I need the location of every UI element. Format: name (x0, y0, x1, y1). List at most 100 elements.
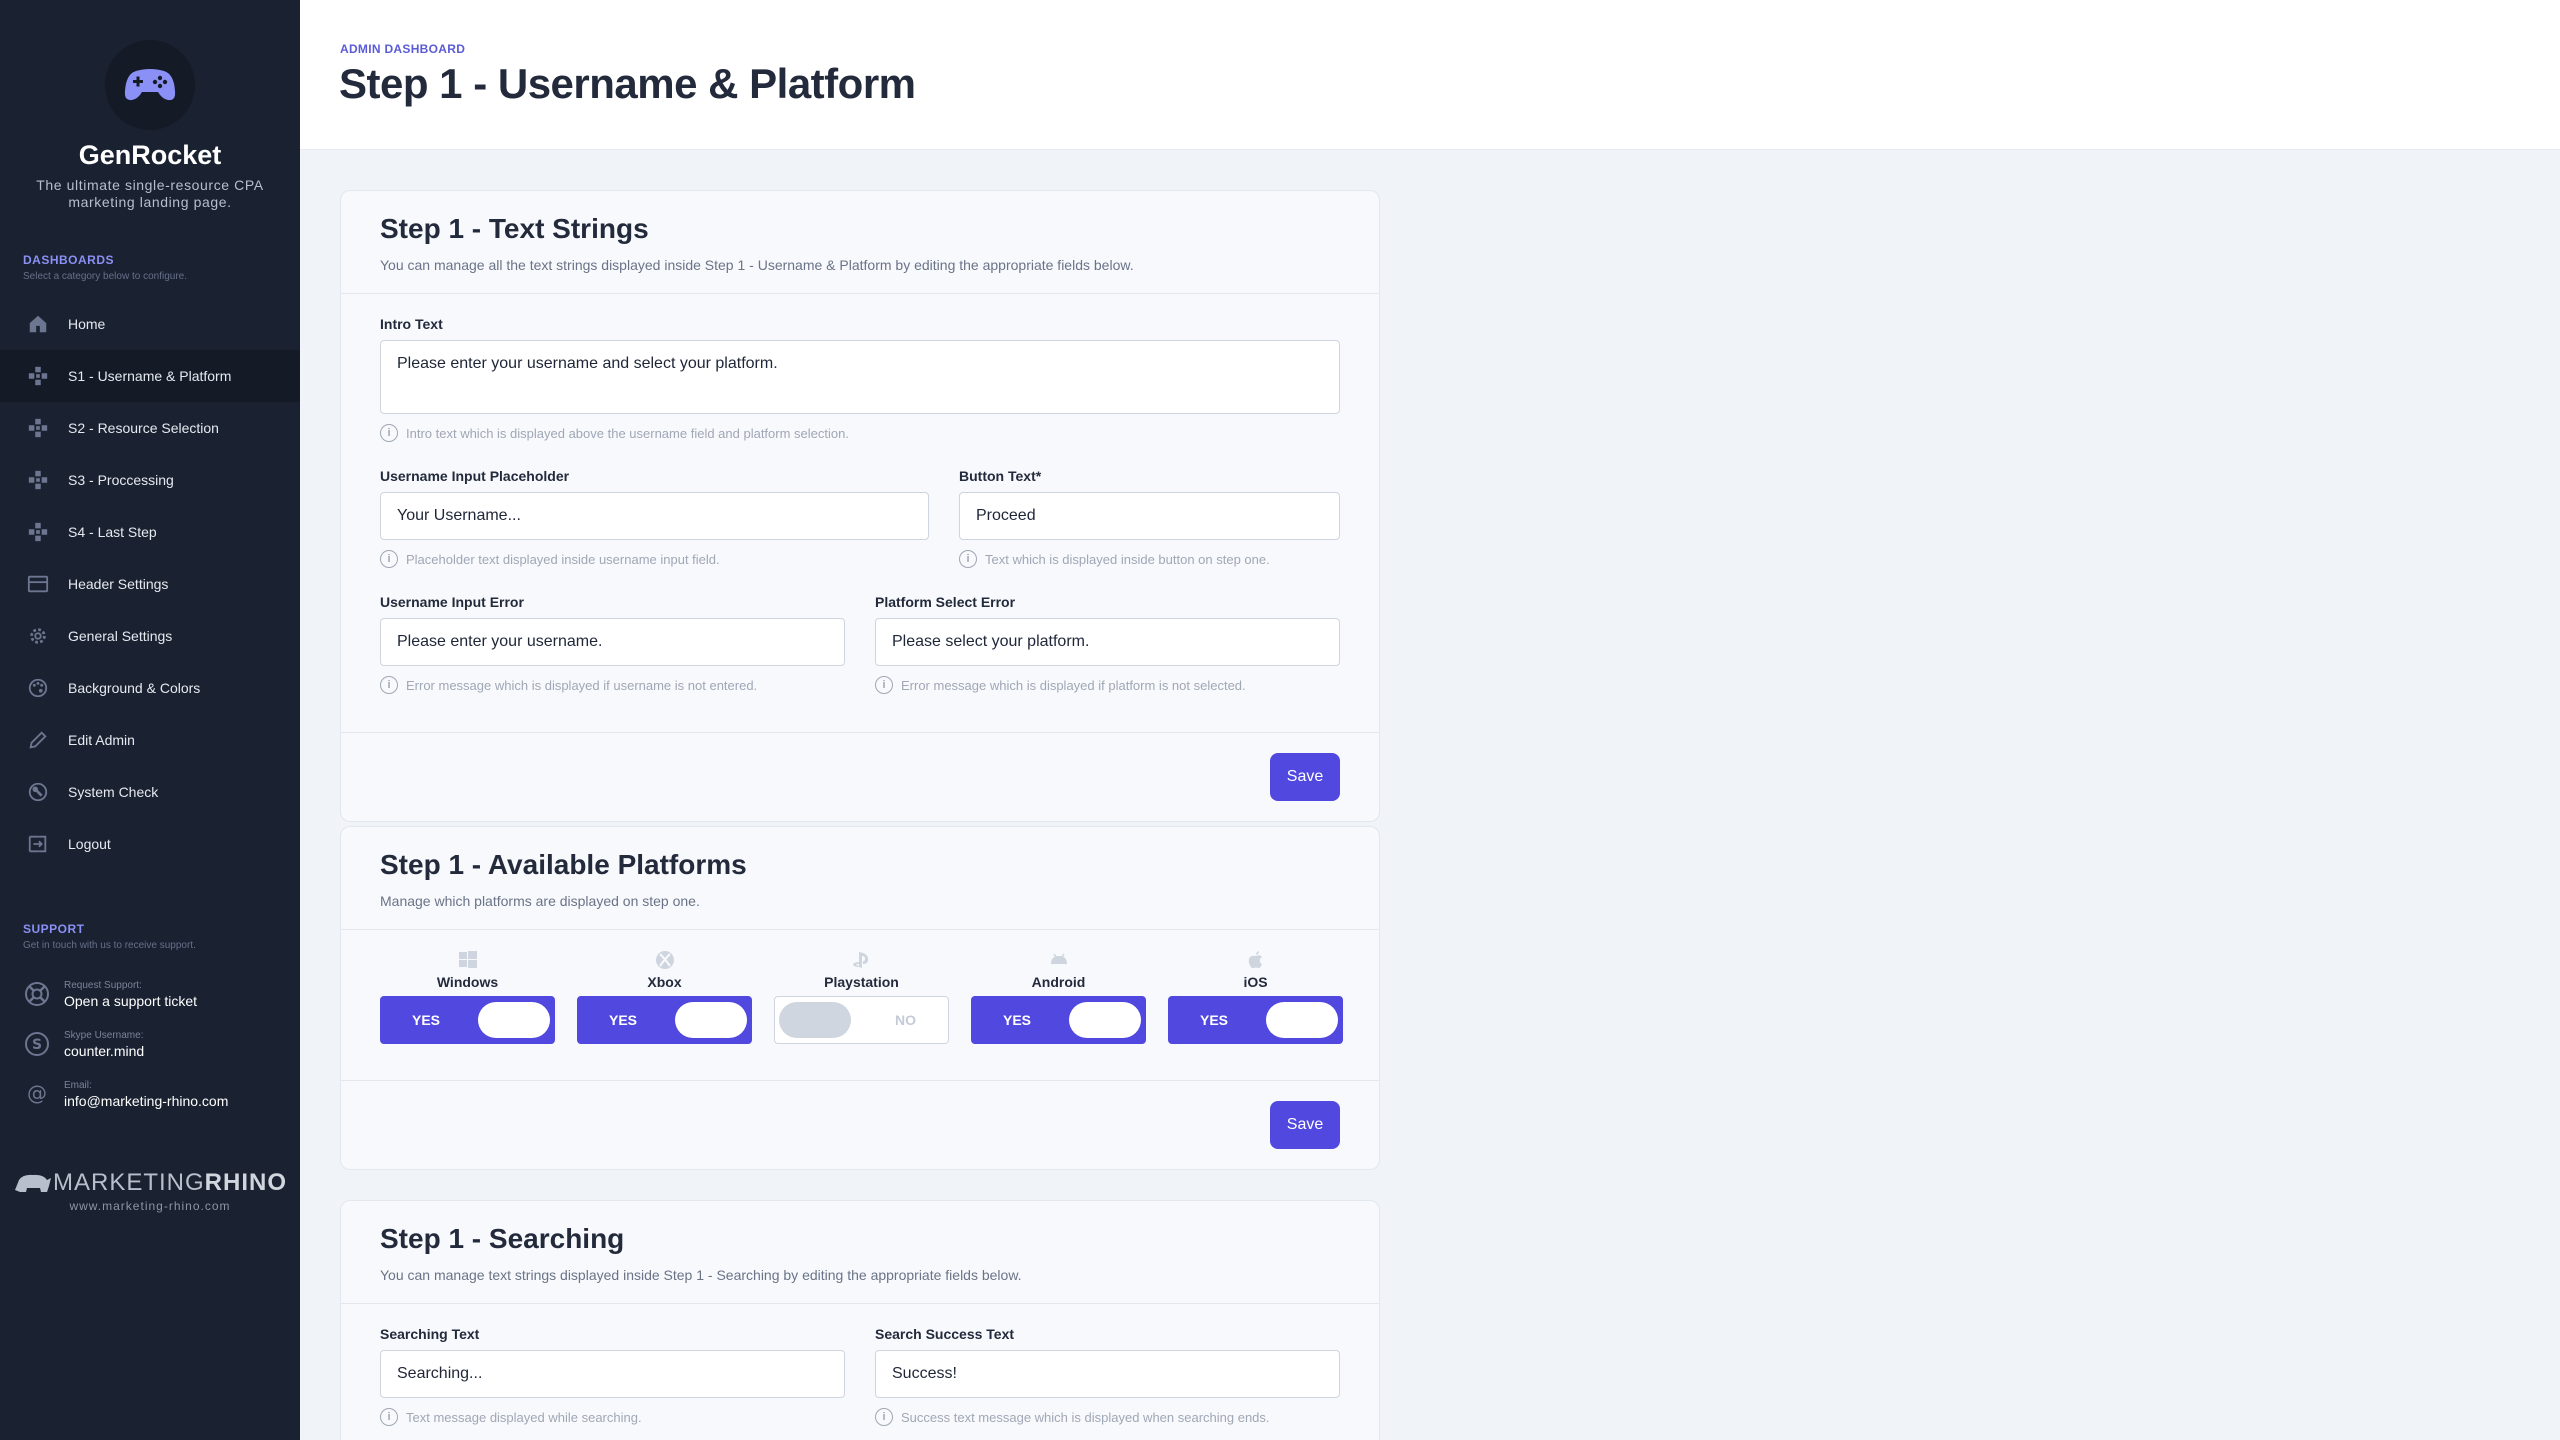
lifebuoy-icon (22, 979, 52, 1009)
sidebar-item-label: Edit Admin (68, 732, 135, 748)
save-button[interactable]: Save (1270, 753, 1340, 801)
sidebar-item-home[interactable]: Home (0, 298, 300, 350)
gear-icon (24, 625, 52, 647)
sidebar-item-label: S4 - Last Step (68, 524, 157, 540)
brand: GenRocket The ultimate single-resource C… (0, 0, 300, 211)
ios-toggle[interactable]: YES (1168, 996, 1343, 1044)
platform-name: iOS (1243, 974, 1268, 990)
at-icon: @ (22, 1079, 52, 1109)
button-text-field[interactable]: Proceed (959, 492, 1340, 540)
toggle-knob (1069, 1002, 1141, 1038)
help-text: Text message displayed while searching. (406, 1409, 642, 1425)
platform-error-label: Platform Select Error (875, 594, 1016, 610)
gamepad-icon (24, 521, 52, 543)
sidebar-item-s4[interactable]: S4 - Last Step (0, 506, 300, 558)
gamepad-icon (24, 365, 52, 387)
search-success-field[interactable]: Success! (875, 1350, 1340, 1398)
brand-name: GenRocket (78, 140, 222, 170)
page-header: ADMIN DASHBOARD Step 1 - Username & Plat… (300, 0, 2560, 150)
rhino-logo-text-b: RHINO (204, 1169, 288, 1196)
card-title: Step 1 - Searching (380, 1223, 625, 1254)
gamepad-icon (24, 417, 52, 439)
button-text-label: Button Text* (959, 468, 1042, 484)
username-error-field[interactable]: Please enter your username. (380, 618, 845, 666)
username-placeholder-help: i Placeholder text displayed inside usern… (380, 550, 929, 568)
sidebar-item-s2[interactable]: S2 - Resource Selection (0, 402, 300, 454)
button-text-help: i Text which is displayed inside button o… (959, 550, 1340, 568)
platform-error-field[interactable]: Please select your platform. (875, 618, 1340, 666)
username-placeholder-field[interactable]: Your Username... (380, 492, 929, 540)
help-text: Error message which is displayed if user… (406, 677, 758, 693)
sidebar: GenRocket The ultimate single-resource C… (0, 0, 300, 1440)
playstation-icon (774, 948, 949, 972)
apple-icon (1168, 948, 1343, 972)
info-icon: i (380, 1408, 398, 1426)
home-icon (24, 313, 52, 335)
sidebar-item-label: Logout (68, 836, 111, 852)
card-description: Manage which platforms are displayed on … (380, 893, 700, 909)
xbox-toggle[interactable]: YES (577, 996, 752, 1044)
help-text: Text which is displayed inside button on… (985, 551, 1270, 567)
support-label: Skype Username: (64, 1029, 144, 1041)
sidebar-item-s1[interactable]: S1 - Username & Platform (0, 350, 300, 402)
sidebar-item-general-settings[interactable]: General Settings (0, 610, 300, 662)
toggle-knob (779, 1002, 851, 1038)
intro-text-label: Intro Text (380, 316, 443, 332)
sidebar-item-header-settings[interactable]: Header Settings (0, 558, 300, 610)
toggle-yes-label: YES (1003, 1012, 1032, 1028)
platforms-card: Step 1 - Available Platforms Manage whic… (340, 826, 1380, 1170)
sidebar-item-label: System Check (68, 784, 159, 800)
platform-windows: Windows YES (380, 948, 555, 1044)
platform-playstation: Playstation NO (774, 948, 949, 1044)
android-toggle[interactable]: YES (971, 996, 1146, 1044)
dashboards-title: DASHBOARDS (23, 253, 115, 267)
info-icon: i (959, 550, 977, 568)
support-label: Email: (64, 1079, 92, 1091)
save-button[interactable]: Save (1270, 1101, 1340, 1149)
platform-name: Xbox (647, 974, 682, 990)
username-error-label: Username Input Error (380, 594, 524, 610)
sidebar-item-label: General Settings (68, 628, 173, 644)
svg-text:@: @ (27, 1081, 47, 1105)
brand-tagline: The ultimate single-resource CPA marketi… (36, 177, 264, 210)
info-icon: i (380, 550, 398, 568)
playstation-toggle[interactable]: NO (774, 996, 949, 1044)
support-value: info@marketing-rhino.com (64, 1092, 229, 1109)
sidebar-item-logout[interactable]: Logout (0, 818, 300, 870)
windows-toggle[interactable]: YES (380, 996, 555, 1044)
page-title: Step 1 - Username & Platform (339, 60, 916, 107)
searching-text-help: i Text message displayed while searching. (380, 1408, 845, 1426)
platform-xbox: Xbox YES (577, 948, 752, 1044)
platform-error-help: i Error message which is displayed if pla… (875, 676, 1340, 694)
info-icon: i (875, 676, 893, 694)
card-title: Step 1 - Text Strings (380, 213, 649, 244)
searching-text-field[interactable]: Searching... (380, 1350, 845, 1398)
help-text: Intro text which is displayed above the … (406, 425, 849, 441)
sidebar-item-system-check[interactable]: System Check (0, 766, 300, 818)
rhino-logo-text-a: MARKETING (52, 1169, 205, 1196)
support-ticket[interactable]: Request Support: Open a support ticket (0, 979, 300, 1009)
rhino-url: www.marketing-rhino.com (69, 1199, 231, 1213)
sidebar-item-edit-admin[interactable]: Edit Admin (0, 714, 300, 766)
gamepad-logo-icon (105, 40, 195, 130)
sidebar-item-label: S1 - Username & Platform (68, 368, 232, 384)
platform-android: Android YES (971, 948, 1146, 1044)
sidebar-item-s3[interactable]: S3 - Proccessing (0, 454, 300, 506)
sidebar-menu: Home S1 - Username & Platform S2 - Resou… (0, 298, 300, 870)
card-description: You can manage text strings displayed in… (380, 1267, 1022, 1283)
help-text: Success text message which is displayed … (901, 1409, 1270, 1425)
intro-text-field[interactable]: Please enter your username and select yo… (380, 340, 1340, 414)
card-title: Step 1 - Available Platforms (380, 849, 747, 880)
marketing-rhino-logo: MARKETING RHINO www.marketing-rhino.com (0, 1169, 300, 1213)
pencil-icon (24, 729, 52, 751)
toggle-yes-label: YES (412, 1012, 441, 1028)
support-skype[interactable]: S Skype Username: counter.mind (0, 1029, 300, 1059)
toggle-yes-label: YES (1200, 1012, 1229, 1028)
sidebar-item-label: Header Settings (68, 576, 169, 592)
logout-icon (24, 833, 52, 855)
platform-ios: iOS YES (1168, 948, 1343, 1044)
support-email[interactable]: @ Email: info@marketing-rhino.com (0, 1079, 300, 1109)
platform-name: Playstation (824, 974, 899, 990)
sidebar-item-background-colors[interactable]: Background & Colors (0, 662, 300, 714)
svg-text:S: S (32, 1037, 42, 1053)
